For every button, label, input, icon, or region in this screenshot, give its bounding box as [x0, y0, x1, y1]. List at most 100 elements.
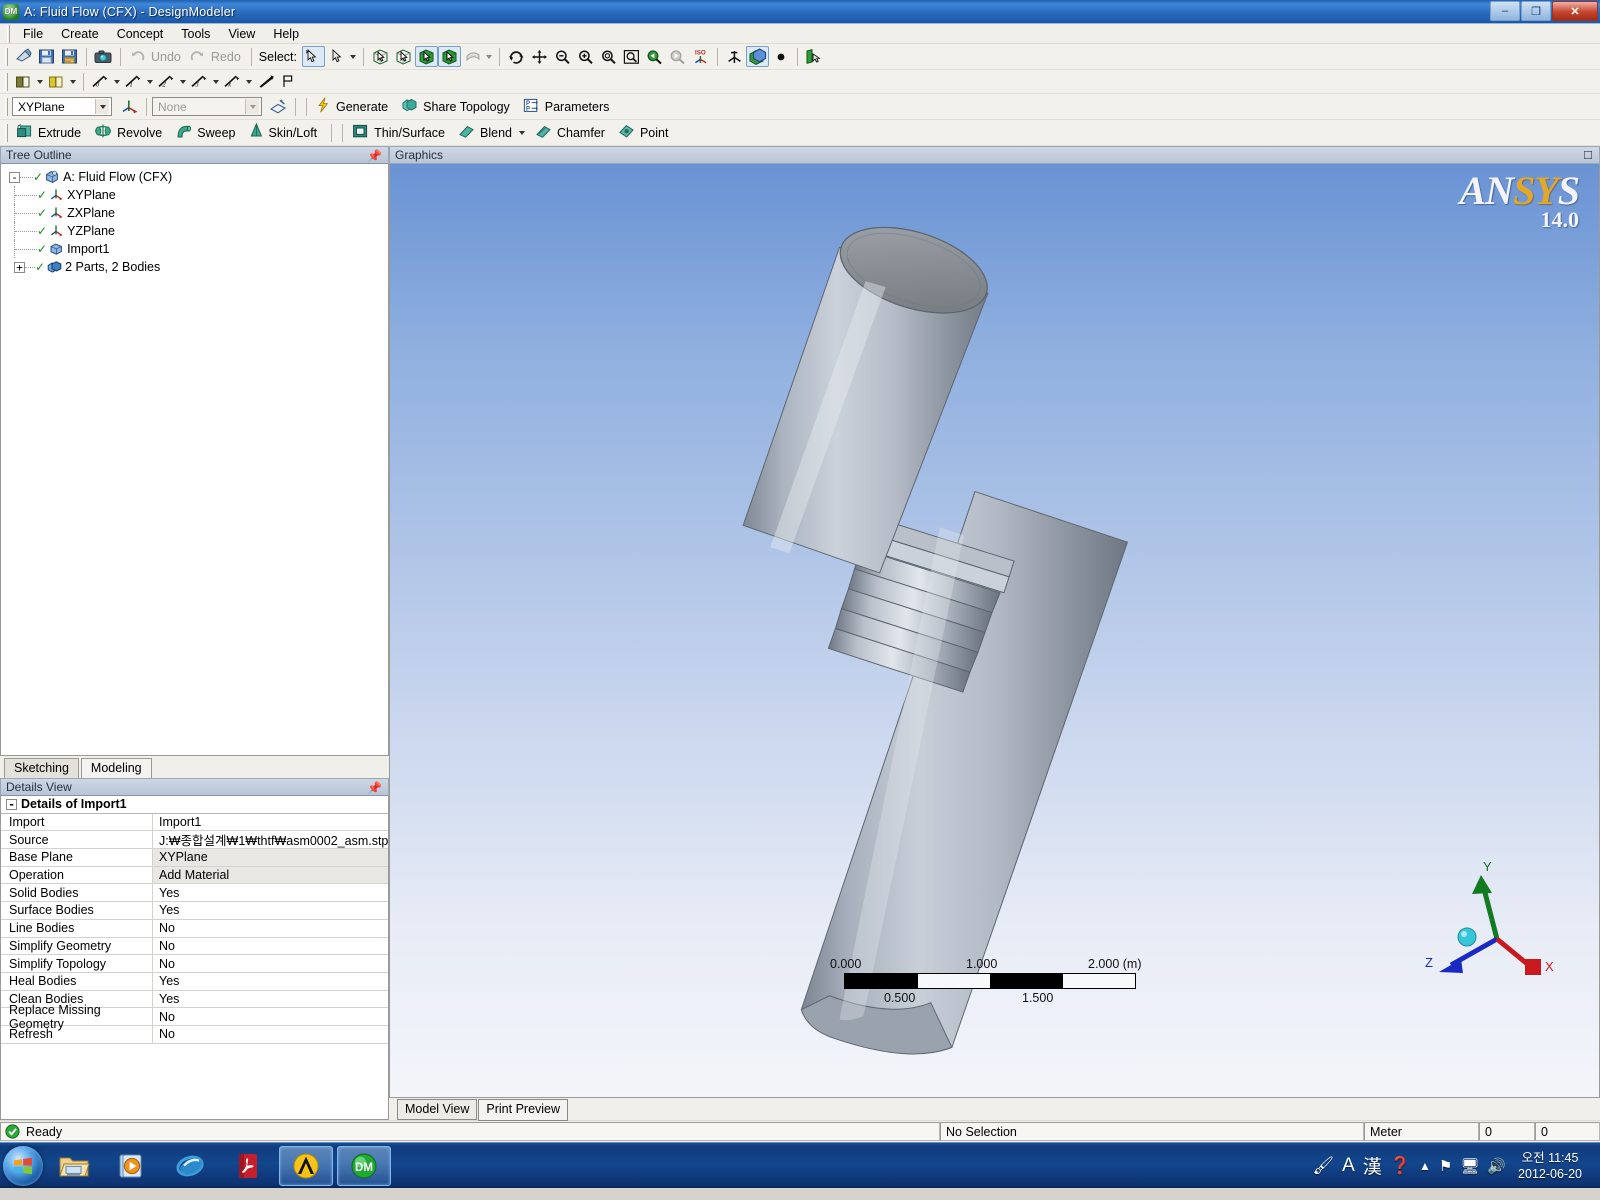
monitor-icon[interactable]: 🖥 [1460, 1157, 1479, 1175]
tab-model-view[interactable]: Model View [397, 1099, 478, 1120]
details-group-expander[interactable]: - [6, 798, 17, 810]
display-model-icon[interactable] [746, 46, 769, 67]
ansys-workbench-icon[interactable] [279, 1145, 333, 1186]
pin-icon[interactable]: 📌 [367, 781, 382, 795]
window-title-bar[interactable]: DM A: Fluid Flow (CFX) - DesignModeler –… [0, 0, 1600, 24]
menu-view[interactable]: View [219, 25, 264, 43]
table-row[interactable]: Surface Bodies Yes [1, 902, 388, 920]
tree-node-parts-bodies[interactable]: + ✓ 2 Parts, 2 Bodies [1, 258, 388, 276]
active-sketch-select[interactable]: None [152, 97, 262, 116]
select-face-icon[interactable] [415, 46, 438, 67]
task-bar-clock[interactable]: 오전 11:45 2012-06-20 [1518, 1150, 1582, 1182]
axis-triad[interactable]: Y Z X [1419, 855, 1559, 985]
details-value[interactable]: Yes [153, 902, 388, 919]
explorer-taskbar-icon[interactable] [47, 1146, 101, 1186]
chevron-down-icon[interactable] [95, 99, 109, 114]
table-row[interactable]: Refresh No [1, 1025, 388, 1044]
ime-mode-indicator[interactable]: 漢 [1363, 1152, 1382, 1179]
table-row[interactable]: Solid Bodies Yes [1, 884, 388, 903]
media-player-taskbar-icon[interactable] [105, 1146, 159, 1186]
tab-print-preview[interactable]: Print Preview [478, 1099, 569, 1121]
details-value[interactable]: Import1 [153, 814, 388, 831]
show-hidden-icon[interactable]: ▲ [1419, 1159, 1431, 1173]
share-topology-button[interactable]: Share Topology [397, 96, 519, 117]
volume-icon[interactable]: 🔊 [1487, 1157, 1506, 1175]
new-sketch-icon[interactable]: * [267, 96, 290, 117]
details-table[interactable]: - Details of Import1 Import Import1 Sour… [0, 796, 389, 1120]
select-body-icon[interactable] [438, 46, 461, 67]
tree-node-zxplane[interactable]: ✓ ZXPlane [1, 204, 388, 222]
toolbar-grip[interactable] [5, 123, 8, 142]
new-sketch-2-caret-icon[interactable] [180, 79, 186, 84]
details-value[interactable]: No [153, 938, 388, 955]
plane-icon[interactable] [254, 71, 277, 92]
select-edge-icon[interactable] [392, 46, 415, 67]
table-row[interactable]: Simplify Geometry No [1, 937, 388, 956]
help-icon[interactable]: ❓ [1390, 1156, 1411, 1176]
pan-icon[interactable] [528, 46, 551, 67]
blend-button[interactable]: Blend [454, 122, 531, 143]
details-value[interactable]: No [153, 920, 388, 937]
tree-node-xyplane[interactable]: ✓ XYPlane [1, 186, 388, 204]
acrobat-reader-icon[interactable] [221, 1146, 275, 1186]
tab-sketching[interactable]: Sketching [4, 758, 79, 778]
new-sketch-3-caret-icon[interactable] [213, 79, 219, 84]
tree-node-yzplane[interactable]: ✓ YZPlane [1, 222, 388, 240]
select-mode-caret-icon[interactable] [350, 54, 356, 59]
new-sketch-2-icon[interactable]: 2 [155, 71, 178, 92]
save-as-icon[interactable] [58, 46, 81, 67]
minimize-button[interactable]: – [1490, 1, 1520, 21]
table-row[interactable]: Heal Bodies Yes [1, 972, 388, 991]
new-icon[interactable] [12, 46, 35, 67]
details-value[interactable]: Yes [153, 973, 388, 990]
active-plane-select[interactable]: XYPlane [12, 97, 112, 116]
menu-tools[interactable]: Tools [172, 25, 219, 43]
table-row[interactable]: Simplify Topology No [1, 955, 388, 973]
windows-start-icon[interactable] [3, 1145, 43, 1186]
look-at-icon[interactable] [723, 46, 746, 67]
details-group-header[interactable]: - Details of Import1 [1, 796, 388, 814]
previous-view-icon[interactable] [643, 46, 666, 67]
table-row[interactable]: Base Plane XYPlane [1, 849, 388, 867]
table-row[interactable]: Source J:₩종합설계₩1₩thtf₩asm0002_asm.stp [1, 831, 388, 850]
details-value[interactable]: No [153, 1008, 388, 1025]
toolbar-grip[interactable] [5, 72, 8, 91]
menu-concept[interactable]: Concept [108, 25, 173, 43]
details-value[interactable]: No [153, 1026, 388, 1043]
thin-surface-button[interactable]: Thin/Surface [348, 122, 454, 143]
ime-pen-icon[interactable]: 🖌 [1313, 1156, 1335, 1176]
tree-node-import1[interactable]: ✓ Import1 [1, 240, 388, 258]
new-plane-0-caret-icon[interactable] [114, 79, 120, 84]
new-plane-0-icon[interactable]: 0 [89, 71, 112, 92]
restore-icon[interactable]: ☐ [1583, 149, 1593, 162]
box-zoom-icon[interactable] [620, 46, 643, 67]
graphics-viewport[interactable]: ANSYS 14.0 0.000 1.000 2.000 (m) 0.500 1… [389, 164, 1600, 1098]
new-sketch-x-caret-icon[interactable] [246, 79, 252, 84]
new-sketch-x-icon[interactable]: x [221, 71, 244, 92]
new-sketch-3-icon[interactable]: 3 [188, 71, 211, 92]
details-value[interactable]: Yes [153, 884, 388, 901]
new-sketch-1-caret-icon[interactable] [147, 79, 153, 84]
revolve-button[interactable]: Revolve [90, 122, 171, 143]
zoom-in-icon[interactable] [574, 46, 597, 67]
chevron-down-icon[interactable] [245, 99, 259, 114]
tree-outline-panel[interactable]: - ✓ A: Fluid Flow (CFX) ✓ XYPlane ✓ ZXPl… [0, 164, 389, 756]
sweep-button[interactable]: Sweep [171, 122, 244, 143]
internet-explorer-icon[interactable] [163, 1146, 217, 1186]
menu-help[interactable]: Help [264, 25, 308, 43]
table-row[interactable]: Line Bodies No [1, 919, 388, 938]
display-model-body-icon[interactable] [45, 71, 68, 92]
table-row[interactable]: Import Import1 [1, 813, 388, 832]
details-value[interactable]: J:₩종합설계₩1₩thtf₩asm0002_asm.stp [153, 831, 388, 848]
chamfer-button[interactable]: Chamfer [531, 122, 614, 143]
tree-expander[interactable]: + [14, 261, 25, 273]
tree-node-project[interactable]: - ✓ A: Fluid Flow (CFX) [1, 168, 388, 186]
skin-loft-button[interactable]: Skin/Loft [245, 122, 327, 143]
toolbar-grip[interactable] [5, 47, 8, 66]
close-button[interactable]: ✕ [1552, 1, 1598, 21]
screenshot-icon[interactable] [92, 46, 115, 67]
details-value[interactable]: No [153, 955, 388, 972]
details-value[interactable]: XYPlane [153, 849, 388, 866]
menu-create[interactable]: Create [52, 25, 108, 43]
maximize-button[interactable]: ❐ [1521, 1, 1551, 21]
